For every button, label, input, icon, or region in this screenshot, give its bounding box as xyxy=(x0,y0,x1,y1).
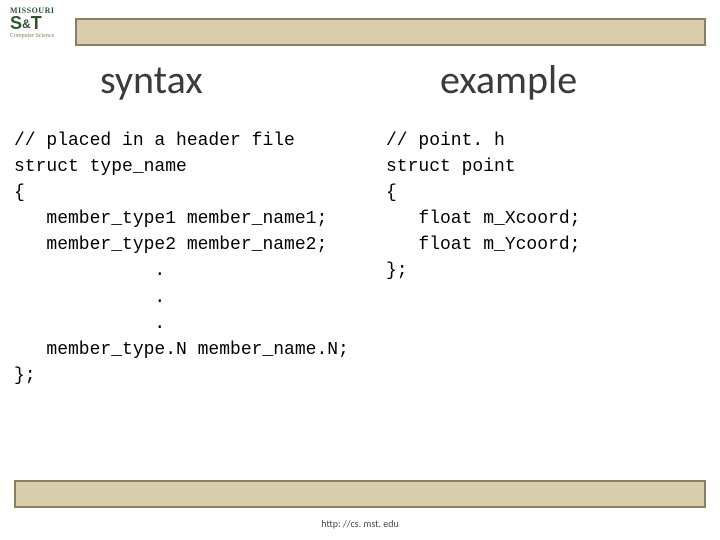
footer-url: http: //cs. mst. edu xyxy=(0,517,720,530)
logo-department: Computer Science xyxy=(10,33,70,39)
logo: MISSOURI S&T Computer Science xyxy=(10,6,70,62)
logo-main: S&T xyxy=(10,14,70,32)
code-example: // point. h struct point { float m_Xcoor… xyxy=(386,128,706,389)
heading-example: example xyxy=(380,55,720,104)
footer-bar xyxy=(14,480,706,508)
code-syntax: // placed in a header file struct type_n… xyxy=(14,128,386,389)
headings-row: syntax example xyxy=(0,55,720,104)
header-bar xyxy=(75,18,706,46)
heading-syntax: syntax xyxy=(0,55,380,104)
code-columns: // placed in a header file struct type_n… xyxy=(14,128,706,389)
